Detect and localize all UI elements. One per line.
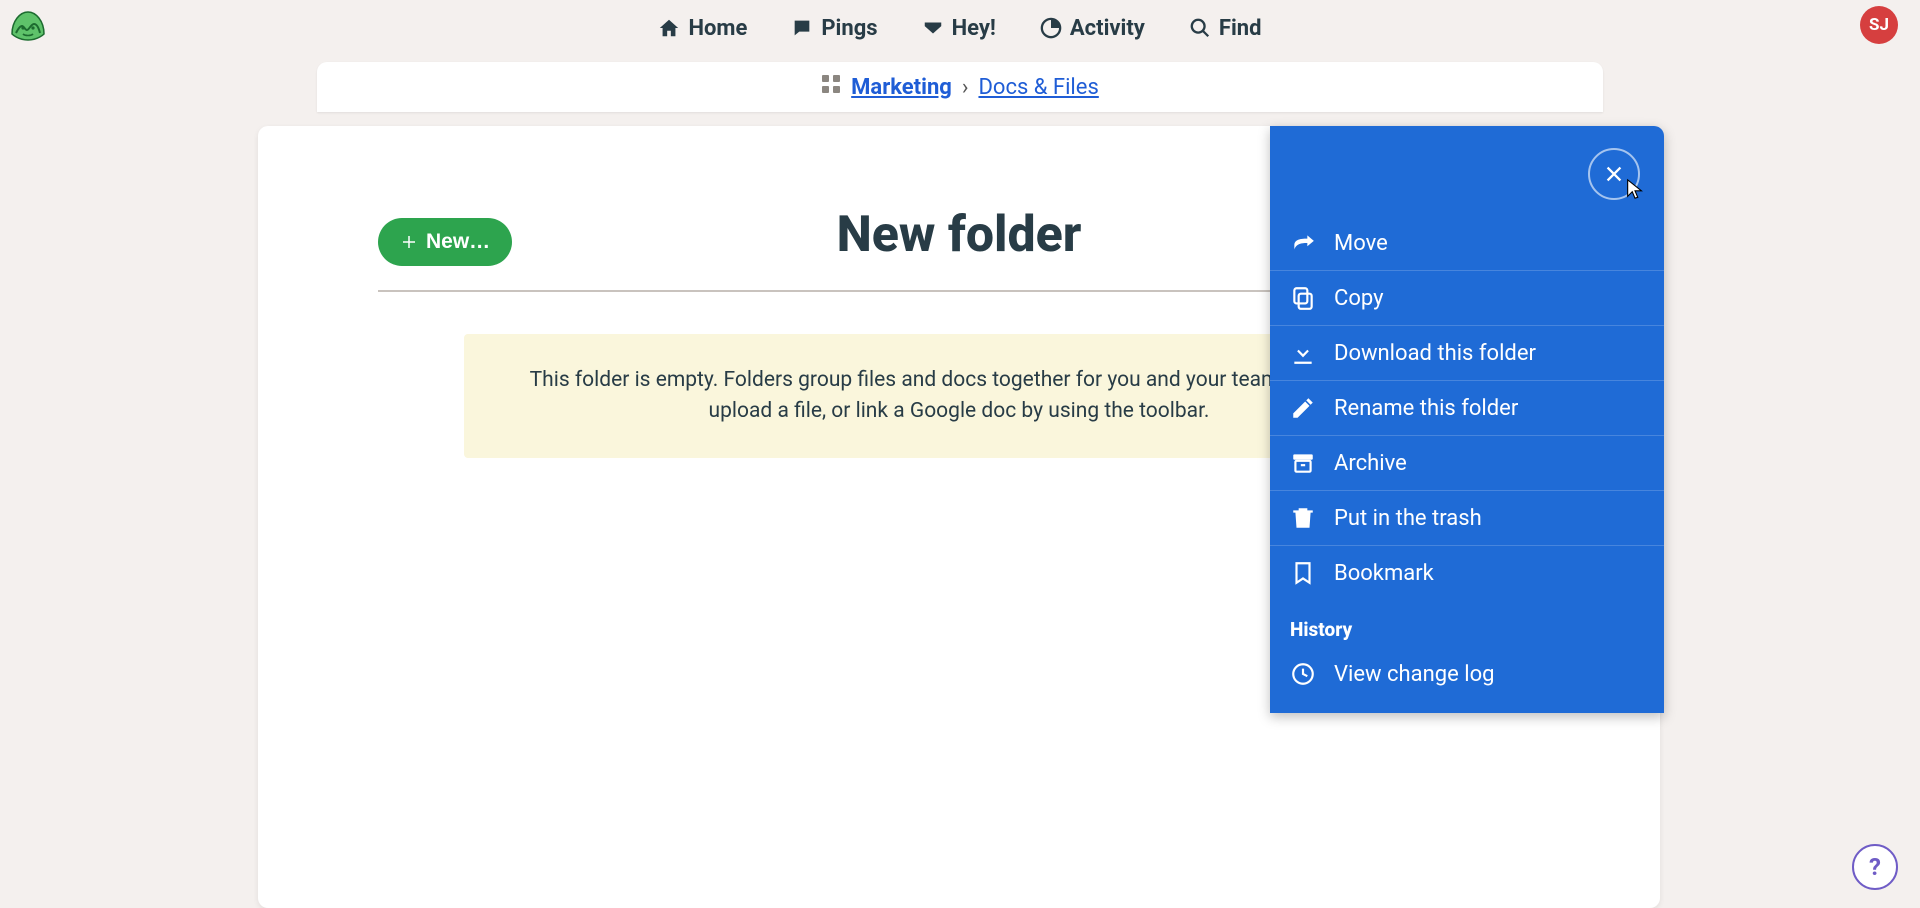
pings-icon — [791, 17, 813, 39]
download-icon — [1290, 340, 1316, 366]
clock-icon — [1290, 661, 1316, 687]
nav-find[interactable]: Find — [1189, 16, 1262, 41]
menu-item-changelog[interactable]: View change log — [1270, 647, 1664, 701]
menu-item-trash[interactable]: Put in the trash — [1270, 491, 1664, 546]
breadcrumb: Marketing › Docs & Files — [317, 62, 1603, 112]
bookmark-icon — [1290, 560, 1316, 586]
menu-trash-label: Put in the trash — [1334, 506, 1482, 531]
nav-activity-label: Activity — [1070, 16, 1145, 41]
nav-pings[interactable]: Pings — [791, 16, 877, 41]
breadcrumb-section-link[interactable]: Docs & Files — [978, 75, 1098, 100]
top-nav: Home Pings Hey! Activity Find — [0, 0, 1920, 56]
menu-item-copy[interactable]: Copy — [1270, 271, 1664, 326]
nav-hey-label: Hey! — [952, 16, 996, 41]
archive-icon — [1290, 450, 1316, 476]
nav-pings-label: Pings — [821, 16, 877, 41]
nav-home-label: Home — [688, 16, 747, 41]
menu-archive-label: Archive — [1334, 451, 1407, 476]
menu-download-label: Download this folder — [1334, 341, 1536, 366]
help-symbol: ? — [1869, 853, 1881, 881]
menu-item-archive[interactable]: Archive — [1270, 436, 1664, 491]
help-button[interactable]: ? — [1852, 844, 1898, 890]
copy-icon — [1290, 285, 1316, 311]
breadcrumb-project-link[interactable]: Marketing — [851, 75, 952, 100]
nav-hey[interactable]: Hey! — [922, 16, 996, 41]
menu-move-label: Move — [1334, 231, 1388, 256]
avatar-initials: SJ — [1869, 15, 1889, 35]
home-icon — [658, 17, 680, 39]
menu-item-move[interactable]: Move — [1270, 216, 1664, 271]
nav-activity[interactable]: Activity — [1040, 16, 1145, 41]
menu-copy-label: Copy — [1334, 286, 1384, 311]
breadcrumb-separator: › — [962, 75, 969, 100]
nav-find-label: Find — [1219, 16, 1262, 41]
close-menu-button[interactable] — [1588, 148, 1640, 200]
nav-home[interactable]: Home — [658, 16, 747, 41]
user-avatar[interactable]: SJ — [1860, 6, 1898, 44]
menu-item-rename[interactable]: Rename this folder — [1270, 381, 1664, 436]
close-icon — [1603, 163, 1625, 185]
find-icon — [1189, 17, 1211, 39]
move-icon — [1290, 230, 1316, 256]
rename-icon — [1290, 395, 1316, 421]
menu-bookmark-label: Bookmark — [1334, 561, 1434, 586]
menu-rename-label: Rename this folder — [1334, 396, 1518, 421]
project-grid-icon — [821, 74, 841, 100]
activity-icon — [1040, 17, 1062, 39]
folder-actions-menu: Move Copy Download this folder Rename th… — [1270, 126, 1664, 713]
hey-icon — [922, 17, 944, 39]
trash-icon — [1290, 505, 1316, 531]
menu-item-bookmark[interactable]: Bookmark — [1270, 546, 1664, 600]
menu-changelog-label: View change log — [1334, 662, 1495, 687]
menu-item-download[interactable]: Download this folder — [1270, 326, 1664, 381]
menu-history-heading: History — [1270, 600, 1664, 647]
